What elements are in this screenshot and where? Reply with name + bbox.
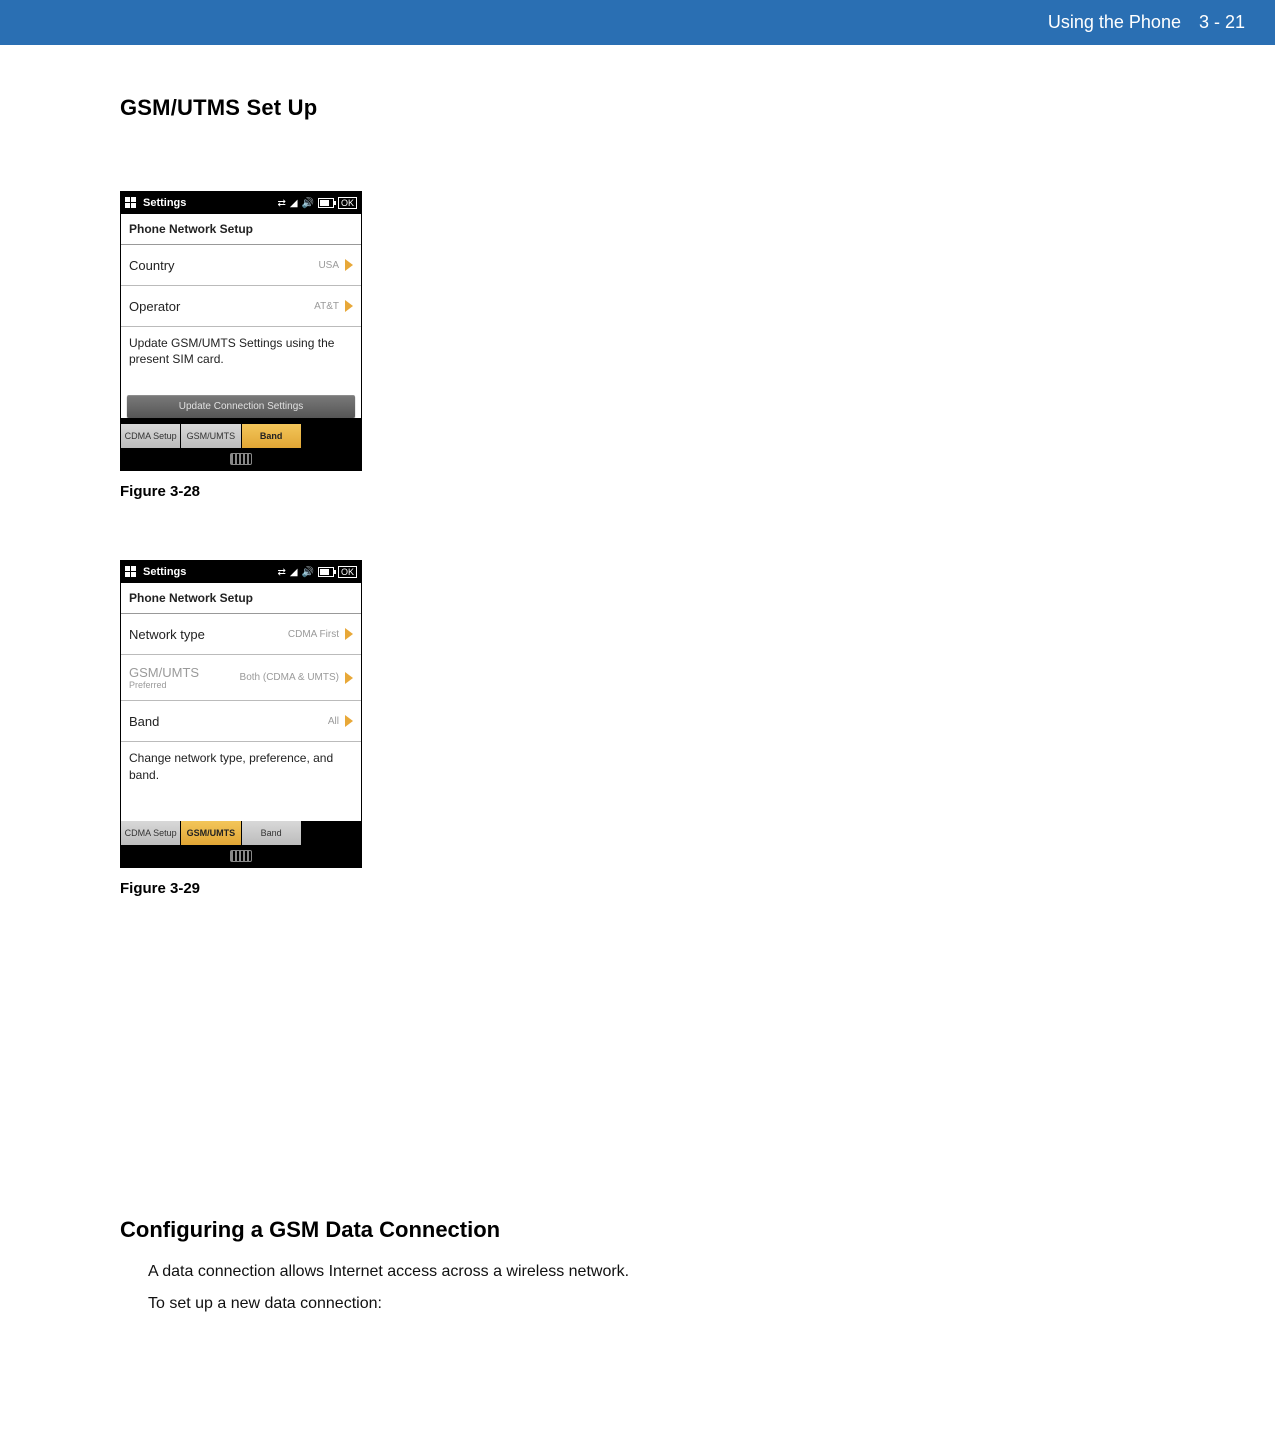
chevron-right-icon bbox=[345, 672, 353, 684]
phone-screenshot-2: Settings ⇄ ◢ 🔊 OK Phone Network Setup Ne… bbox=[120, 560, 362, 867]
row-country[interactable]: Country USA bbox=[121, 245, 361, 286]
phone-status-bar: Settings ⇄ ◢ 🔊 OK bbox=[121, 561, 361, 583]
phone-screenshot-1: Settings ⇄ ◢ 🔊 OK Phone Network Setup Co… bbox=[120, 191, 362, 471]
figure-caption-2: Figure 3-29 bbox=[120, 880, 1020, 897]
chevron-right-icon bbox=[345, 715, 353, 727]
signal-icon: ◢ bbox=[290, 198, 298, 209]
tab-gsm-umts[interactable]: GSM/UMTS bbox=[181, 424, 241, 448]
row-country-value: USA bbox=[318, 260, 339, 271]
tab-cdma-setup[interactable]: CDMA Setup bbox=[121, 424, 181, 448]
header-section: Using the Phone bbox=[1048, 12, 1181, 33]
row-network-type-label: Network type bbox=[129, 627, 288, 642]
sync-icon: ⇄ bbox=[277, 198, 285, 209]
chevron-right-icon bbox=[345, 259, 353, 271]
screen-title: Phone Network Setup bbox=[121, 583, 361, 614]
keyboard-icon[interactable] bbox=[230, 850, 252, 862]
battery-icon bbox=[318, 198, 334, 208]
sync-icon: ⇄ bbox=[277, 567, 285, 578]
battery-icon bbox=[318, 567, 334, 577]
page-header: Using the Phone 3 - 21 bbox=[0, 0, 1275, 45]
chevron-right-icon bbox=[345, 300, 353, 312]
screen-description: Update GSM/UMTS Settings using the prese… bbox=[121, 327, 361, 395]
page-title: GSM/UTMS Set Up bbox=[120, 95, 1020, 121]
row-gsm-preferred-label: GSM/UMTS Preferred bbox=[129, 665, 240, 690]
tab-bar: CDMA Setup GSM/UMTS Band bbox=[121, 821, 361, 845]
screen-description: Change network type, preference, and ban… bbox=[121, 742, 361, 820]
status-bar-title: Settings bbox=[143, 197, 186, 209]
row-operator[interactable]: Operator AT&T bbox=[121, 286, 361, 327]
row-country-label: Country bbox=[129, 258, 318, 273]
tab-cdma-setup[interactable]: CDMA Setup bbox=[121, 821, 181, 845]
chevron-right-icon bbox=[345, 628, 353, 640]
soft-key-bar bbox=[121, 448, 361, 470]
row-gsm-preferred[interactable]: GSM/UMTS Preferred Both (CDMA & UMTS) bbox=[121, 655, 361, 701]
phone-status-bar: Settings ⇄ ◢ 🔊 OK bbox=[121, 192, 361, 214]
screen-title: Phone Network Setup bbox=[121, 214, 361, 245]
body-paragraph-2: To set up a new data connection: bbox=[148, 1295, 1020, 1313]
status-bar-title: Settings bbox=[143, 566, 186, 578]
row-operator-label: Operator bbox=[129, 299, 314, 314]
row-network-type-value: CDMA First bbox=[288, 629, 339, 640]
row-network-type[interactable]: Network type CDMA First bbox=[121, 614, 361, 655]
ok-button[interactable]: OK bbox=[338, 197, 357, 209]
row-band-label: Band bbox=[129, 714, 328, 729]
header-page-number: 3 - 21 bbox=[1199, 12, 1245, 33]
figure-caption-1: Figure 3-28 bbox=[120, 483, 1020, 500]
tab-gsm-umts[interactable]: GSM/UMTS bbox=[181, 821, 241, 845]
body-paragraph-1: A data connection allows Internet access… bbox=[148, 1263, 1020, 1281]
tab-band[interactable]: Band bbox=[242, 424, 302, 448]
tab-band[interactable]: Band bbox=[242, 821, 302, 845]
section-heading: Configuring a GSM Data Connection bbox=[120, 1217, 1020, 1243]
update-connection-button[interactable]: Update Connection Settings bbox=[127, 395, 355, 418]
soft-key-bar bbox=[121, 845, 361, 867]
windows-icon bbox=[125, 566, 137, 578]
volume-icon: 🔊 bbox=[302, 567, 314, 578]
keyboard-icon[interactable] bbox=[230, 453, 252, 465]
tab-bar: CDMA Setup GSM/UMTS Band bbox=[121, 424, 361, 448]
signal-icon: ◢ bbox=[290, 567, 298, 578]
row-band[interactable]: Band All bbox=[121, 701, 361, 742]
row-gsm-preferred-value: Both (CDMA & UMTS) bbox=[240, 672, 339, 683]
row-band-value: All bbox=[328, 716, 339, 727]
ok-button[interactable]: OK bbox=[338, 566, 357, 578]
volume-icon: 🔊 bbox=[302, 198, 314, 209]
windows-icon bbox=[125, 197, 137, 209]
row-operator-value: AT&T bbox=[314, 301, 339, 312]
